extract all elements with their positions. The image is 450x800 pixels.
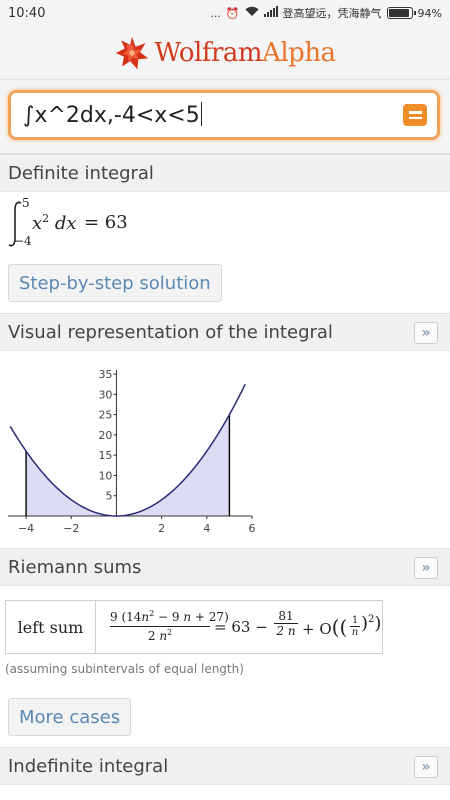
x-tick-label: −2 (63, 522, 79, 535)
riemann-fraction-1: 9 (14n2 − 9 n + 27) 2 n2 (110, 609, 229, 643)
riemann-row-label: left sum (17, 617, 84, 637)
x-tick-label: −4 (18, 522, 34, 535)
riemann-fraction-2: 81 2 n (274, 609, 298, 638)
pod-title-text: Visual representation of the integral (8, 321, 333, 343)
y-tick-label: 5 (105, 490, 112, 503)
integral-result: = 63 (84, 212, 128, 233)
riemann-big-o: + O(( (302, 615, 348, 639)
integral-plot-svg: −4 −2 2 4 6 5 10 15 20 25 30 35 (8, 368, 256, 535)
search-input[interactable]: ∫x^2dx,-4<x<5 (8, 90, 440, 140)
x-tick-label: 6 (249, 522, 256, 535)
wolfram-star-icon (116, 36, 149, 69)
pod-title-text: Definite integral (8, 162, 154, 184)
integral-upper-limit: 5 (22, 196, 30, 210)
integrand: x2 dx (32, 212, 77, 234)
pod-expand-button-riemann[interactable]: » (414, 557, 438, 579)
app-header: WolframAlpha (0, 26, 450, 80)
battery-percent: 94% (417, 6, 442, 20)
step-by-step-button[interactable]: Step-by-step solution (8, 264, 222, 302)
definite-integral-result: 5 −4 x2 dx = 63 (6, 196, 206, 252)
y-tick-label: 30 (98, 388, 112, 401)
riemann-close-paren: )2) (361, 613, 382, 634)
riemann-inner-fraction: 1 n (350, 615, 360, 638)
shaded-area (26, 414, 230, 516)
more-dots-icon: ... (210, 6, 221, 20)
battery-icon (386, 7, 416, 19)
step-by-step-label: Step-by-step solution (19, 272, 211, 294)
pod-expand-button-indefinite[interactable]: » (414, 756, 438, 778)
status-bar: 10:40 ... ⏰ 登高望远，凭海静气 94% (0, 0, 450, 26)
riemann-assumption-note: (assuming subintervals of equal length) (5, 662, 244, 676)
riemann-table: left sum 9 (14n2 − 9 n + 27) 2 n2 = 63 −… (5, 600, 383, 654)
search-query-text: ∫x^2dx,-4<x<5 (23, 102, 203, 128)
status-time: 10:40 (8, 5, 46, 21)
pod-title-visual-representation: Visual representation of the integral » (0, 313, 450, 351)
y-tick-label: 10 (98, 469, 112, 482)
more-cases-button[interactable]: More cases (8, 698, 132, 736)
more-cases-label: More cases (19, 706, 121, 728)
pod-title-indefinite-integral: Indefinite integral » (0, 747, 450, 785)
pod-title-text: Indefinite integral (8, 755, 169, 777)
y-tick-label: 15 (98, 449, 112, 462)
input-menu-button[interactable] (403, 104, 427, 126)
signal-icon (263, 6, 278, 20)
wifi-icon (245, 6, 259, 20)
text-caret (200, 102, 203, 126)
x-tick-label: 4 (203, 522, 210, 535)
alarm-icon: ⏰ (225, 6, 240, 20)
pod-title-definite-integral: Definite integral (0, 154, 450, 192)
search-area: ∫x^2dx,-4<x<5 (0, 80, 450, 154)
wolframalpha-logo[interactable]: WolframAlpha (114, 35, 336, 71)
status-icons: ... ⏰ 登高望远，凭海静气 94% (210, 5, 442, 21)
carrier-label: 登高望远，凭海静气 (282, 7, 382, 20)
y-tick-label: 25 (98, 409, 112, 422)
pod-expand-button-visual[interactable]: » (414, 322, 438, 344)
y-tick-label: 35 (98, 368, 112, 381)
riemann-row-label-cell: left sum (6, 601, 96, 653)
x-tick-label: 2 (158, 522, 165, 535)
integral-plot: −4 −2 2 4 6 5 10 15 20 25 30 35 (0, 356, 450, 540)
pod-title-riemann-sums: Riemann sums » (0, 548, 450, 586)
riemann-equals: = 63 − (214, 618, 268, 636)
y-tick-label: 20 (98, 429, 112, 442)
logo-text: WolframAlpha (154, 37, 336, 68)
riemann-formula: 9 (14n2 − 9 n + 27) 2 n2 = 63 − 81 2 n +… (102, 601, 382, 653)
pod-title-text: Riemann sums (8, 556, 142, 578)
integral-lower-limit: −4 (14, 234, 32, 248)
